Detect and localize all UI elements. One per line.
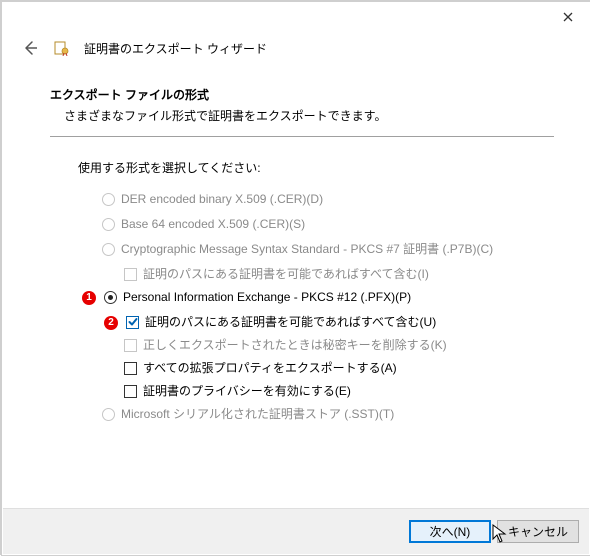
checkbox-icon <box>124 268 137 281</box>
option-label: すべての拡張プロパティをエクスポートする(A) <box>143 361 397 376</box>
radio-icon <box>102 218 115 231</box>
option-label: 証明のパスにある証明書を可能であればすべて含む(I) <box>143 267 429 282</box>
annotation-badge-1: 1 <box>82 291 96 305</box>
option-label: DER encoded binary X.509 (.CER)(D) <box>121 192 323 207</box>
cancel-button[interactable]: キャンセル <box>497 520 579 543</box>
option-label: Microsoft シリアル化された証明書ストア (.SST)(T) <box>121 407 394 422</box>
checkbox-icon[interactable] <box>126 316 139 329</box>
option-label: 証明のパスにある証明書を可能であればすべて含む(U) <box>145 315 436 330</box>
option-p7b-include-path: 証明のパスにある証明書を可能であればすべて含む(I) <box>124 267 554 282</box>
format-prompt: 使用する形式を選択してください: <box>78 159 554 176</box>
option-pfx-include-path[interactable]: 2 証明のパスにある証明書を可能であればすべて含む(U) <box>104 315 554 330</box>
option-pfx-privacy[interactable]: 証明書のプライバシーを有効にする(E) <box>124 384 554 399</box>
checkbox-icon <box>124 339 137 352</box>
button-label: キャンセル <box>508 523 568 540</box>
close-button[interactable] <box>545 2 590 32</box>
section-sub: さまざまなファイル形式で証明書をエクスポートできます。 <box>64 107 554 124</box>
divider <box>50 136 554 137</box>
back-button[interactable] <box>20 38 40 58</box>
option-label: 正しくエクスポートされたときは秘密キーを削除する(K) <box>143 338 447 353</box>
option-pfx-delete-key: 正しくエクスポートされたときは秘密キーを削除する(K) <box>124 338 554 353</box>
option-sst: Microsoft シリアル化された証明書ストア (.SST)(T) <box>102 407 554 422</box>
option-base64: Base 64 encoded X.509 (.CER)(S) <box>102 217 554 232</box>
option-label: 証明書のプライバシーを有効にする(E) <box>143 384 351 399</box>
option-label: Base 64 encoded X.509 (.CER)(S) <box>121 217 305 232</box>
annotation-badge-2: 2 <box>104 316 118 330</box>
radio-icon <box>102 408 115 421</box>
option-pfx-ext-props[interactable]: すべての拡張プロパティをエクスポートする(A) <box>124 361 554 376</box>
certificate-wizard-icon <box>54 40 70 56</box>
button-label: 次へ(N) <box>430 523 471 540</box>
next-button[interactable]: 次へ(N) <box>409 520 491 543</box>
option-pfx[interactable]: 1 Personal Information Exchange - PKCS #… <box>82 290 554 305</box>
radio-icon <box>102 243 115 256</box>
option-label: Personal Information Exchange - PKCS #12… <box>123 290 411 305</box>
option-label: Cryptographic Message Syntax Standard - … <box>121 242 493 257</box>
checkbox-icon[interactable] <box>124 385 137 398</box>
option-p7b: Cryptographic Message Syntax Standard - … <box>102 242 554 257</box>
option-der: DER encoded binary X.509 (.CER)(D) <box>102 192 554 207</box>
radio-icon[interactable] <box>104 291 117 304</box>
radio-icon <box>102 193 115 206</box>
section-heading: エクスポート ファイルの形式 <box>50 86 554 103</box>
wizard-title: 証明書のエクスポート ウィザード <box>84 40 267 57</box>
checkbox-icon[interactable] <box>124 362 137 375</box>
